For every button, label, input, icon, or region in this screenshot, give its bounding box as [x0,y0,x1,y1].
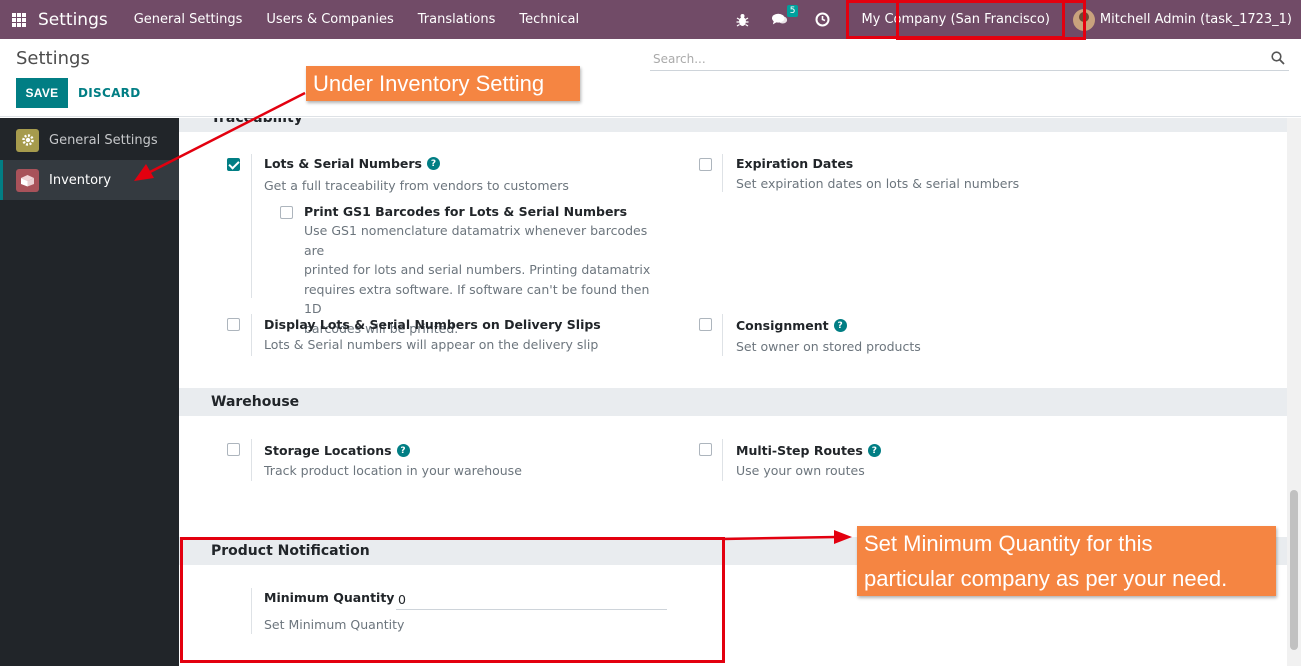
storage-locations-desc: Track product location in your warehouse [264,463,522,478]
divider [722,314,723,356]
search-icon[interactable] [1271,51,1285,65]
lots-serial-checkbox[interactable] [227,158,240,171]
expiration-dates-checkbox[interactable] [699,158,712,171]
setting-label: Storage Locations [264,443,392,458]
page-title: Settings [16,48,90,69]
search-bar [650,47,1289,71]
help-icon[interactable]: ? [867,444,881,457]
sidebar-item-general-settings[interactable]: General Settings [0,120,179,160]
consignment-desc: Set owner on stored products [736,339,921,354]
section-title: Traceability [211,118,303,126]
desc-line: printed for lots and serial numbers. Pri… [304,262,651,277]
annotation-company-highlight [896,0,1086,40]
display-lots-checkbox[interactable] [227,318,240,331]
desc-line: Use GS1 nomenclature datamatrix whenever… [304,223,648,258]
section-title: Warehouse [211,394,300,410]
divider [722,154,723,192]
multi-step-routes-checkbox[interactable] [699,443,712,456]
expiration-dates-desc: Set expiration dates on lots & serial nu… [736,176,1020,191]
sidebar-item-inventory[interactable]: Inventory [0,160,179,200]
callout-text: Under Inventory Setting [313,71,545,96]
callout-text: particular company as per your need. [864,566,1228,591]
app-title[interactable]: Settings [38,10,108,30]
settings-sidebar: General Settings Inventory [0,118,179,666]
scroll-thumb[interactable] [1290,490,1298,650]
user-menu[interactable]: Mitchell Admin (task_1723_1) [1072,8,1292,31]
apps-menu-icon[interactable] [12,12,26,27]
save-button[interactable]: SAVE [16,78,68,108]
activity-clock-icon[interactable] [814,12,830,28]
expiration-dates-title: Expiration Dates [736,156,854,171]
divider [722,439,723,481]
consignment-checkbox[interactable] [699,318,712,331]
storage-locations-checkbox[interactable] [227,443,240,456]
storage-locations-title: Storage Locations ? [264,443,410,458]
menu-translations[interactable]: Translations [418,12,496,27]
box-icon [16,168,39,192]
search-input[interactable] [650,51,1250,66]
gs1-barcodes-checkbox[interactable] [280,206,293,219]
lots-serial-desc: Get a full traceability from vendors to … [264,178,569,193]
setting-label: Consignment [736,318,829,333]
consignment-title: Consignment ? [736,318,847,333]
help-icon[interactable]: ? [833,319,847,332]
section-warehouse-heading: Warehouse [179,388,1287,416]
menu-technical[interactable]: Technical [519,12,579,27]
menu-users-companies[interactable]: Users & Companies [266,12,393,27]
callout-under-inventory: Under Inventory Setting [306,66,580,101]
divider [251,439,252,481]
content-scrollbar[interactable] [1287,118,1301,666]
display-lots-title: Display Lots & Serial Numbers on Deliver… [264,317,601,332]
annotation-product-notification-highlight [180,537,725,663]
multi-step-routes-title: Multi-Step Routes ? [736,443,881,458]
setting-label: Multi-Step Routes [736,443,863,458]
messages-badge: 5 [786,4,799,17]
control-panel: Settings SAVE DISCARD [0,39,1301,117]
lots-serial-title: Lots & Serial Numbers ? [264,156,440,171]
divider [251,154,252,298]
callout-set-min-qty: Set Minimum Quantity for this particular… [857,526,1276,596]
messages-icon[interactable]: 5 [772,4,799,28]
top-navbar: Settings General Settings Users & Compan… [0,0,1301,39]
setting-label: Lots & Serial Numbers [264,156,422,171]
bug-icon[interactable] [734,12,750,28]
section-traceability-heading: Traceability [179,118,1287,132]
display-lots-desc: Lots & Serial numbers will appear on the… [264,337,599,352]
desc-line: requires extra software. If software can… [304,281,650,317]
multi-step-routes-desc: Use your own routes [736,463,865,478]
gs1-barcodes-title: Print GS1 Barcodes for Lots & Serial Num… [304,204,628,219]
discard-button[interactable]: DISCARD [78,78,140,108]
callout-text: Set Minimum Quantity for this [864,531,1153,556]
user-name: Mitchell Admin (task_1723_1) [1099,12,1292,27]
help-icon[interactable]: ? [396,444,410,457]
menu-general-settings[interactable]: General Settings [134,12,243,27]
divider [251,314,252,356]
sidebar-item-label: General Settings [49,132,158,148]
sidebar-item-label: Inventory [49,172,112,188]
gear-icon [16,128,39,152]
help-icon[interactable]: ? [427,157,440,170]
